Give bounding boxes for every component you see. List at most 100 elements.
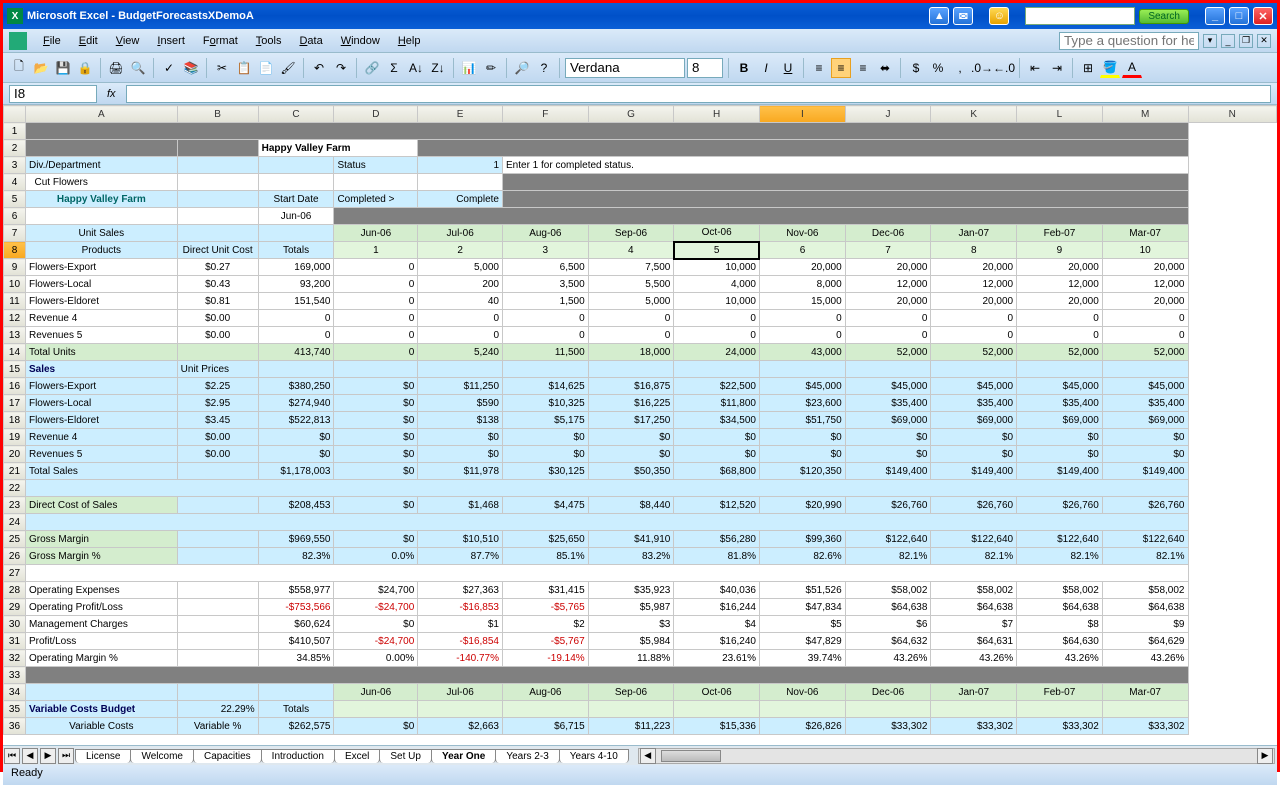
cell[interactable] <box>845 701 931 718</box>
cell[interactable]: Flowers-Local <box>25 276 177 293</box>
cell[interactable]: $0 <box>334 531 418 548</box>
cell[interactable]: $122,640 <box>1017 531 1103 548</box>
cell[interactable] <box>25 667 1188 684</box>
cell[interactable] <box>177 344 258 361</box>
cell[interactable]: $3.45 <box>177 412 258 429</box>
menu-file[interactable]: File <box>35 32 69 50</box>
scroll-left-icon[interactable]: ◀ <box>640 748 656 764</box>
cell[interactable]: Flowers-Eldoret <box>25 412 177 429</box>
row-header-1[interactable]: 1 <box>4 123 26 140</box>
cell[interactable]: 0 <box>588 310 674 327</box>
cell[interactable]: 0 <box>931 327 1017 344</box>
col-header-C[interactable]: C <box>258 106 334 123</box>
cell[interactable] <box>334 174 418 191</box>
cell[interactable]: 5,000 <box>588 293 674 310</box>
cell[interactable]: Jun-06 <box>334 225 418 242</box>
cell[interactable]: 8,000 <box>759 276 845 293</box>
cell[interactable]: 1 <box>334 242 418 259</box>
sheet-tab-License[interactable]: License <box>75 749 131 763</box>
copy-icon[interactable]: 📋 <box>234 58 254 78</box>
cell[interactable]: 39.74% <box>759 650 845 667</box>
cell[interactable]: $208,453 <box>258 497 334 514</box>
row-header-14[interactable]: 14 <box>4 344 26 361</box>
undo-icon[interactable]: ↶ <box>309 58 329 78</box>
cell[interactable]: 0.0% <box>334 548 418 565</box>
bold-button[interactable]: B <box>734 58 754 78</box>
cell[interactable]: $0 <box>334 412 418 429</box>
cell[interactable]: $2 <box>503 616 589 633</box>
cell[interactable]: 0 <box>334 276 418 293</box>
cell[interactable]: 1,500 <box>503 293 589 310</box>
cell[interactable]: 2 <box>418 242 503 259</box>
row-header-22[interactable]: 22 <box>4 480 26 497</box>
cell[interactable]: 6,500 <box>503 259 589 276</box>
cell[interactable] <box>931 701 1017 718</box>
row-header-21[interactable]: 21 <box>4 463 26 480</box>
cell[interactable]: Div./Department <box>25 157 177 174</box>
cell[interactable]: $1,178,003 <box>258 463 334 480</box>
menu-data[interactable]: Data <box>291 32 330 50</box>
row-header-15[interactable]: 15 <box>4 361 26 378</box>
cell[interactable]: $35,923 <box>588 582 674 599</box>
cell[interactable] <box>25 123 1188 140</box>
cell[interactable]: $69,000 <box>845 412 931 429</box>
row-header-12[interactable]: 12 <box>4 310 26 327</box>
name-box[interactable] <box>9 85 97 103</box>
cell[interactable]: $7 <box>931 616 1017 633</box>
cell[interactable]: 0 <box>334 310 418 327</box>
cell[interactable]: $0 <box>334 378 418 395</box>
cell[interactable]: $35,400 <box>1102 395 1188 412</box>
cell[interactable] <box>588 701 674 718</box>
cell[interactable]: 10,000 <box>674 293 760 310</box>
cell[interactable]: 82.1% <box>1017 548 1103 565</box>
cell[interactable]: $0 <box>931 429 1017 446</box>
row-header-10[interactable]: 10 <box>4 276 26 293</box>
cell[interactable] <box>418 361 503 378</box>
col-header-A[interactable]: A <box>25 106 177 123</box>
cell[interactable]: 12,000 <box>1102 276 1188 293</box>
cell[interactable] <box>177 463 258 480</box>
cell[interactable]: 0 <box>503 310 589 327</box>
cell[interactable]: $50,350 <box>588 463 674 480</box>
cell[interactable]: Feb-07 <box>1017 225 1103 242</box>
cell[interactable] <box>503 174 1189 191</box>
row-header-27[interactable]: 27 <box>4 565 26 582</box>
row-header-31[interactable]: 31 <box>4 633 26 650</box>
cell[interactable] <box>503 191 1189 208</box>
cell[interactable]: $17,250 <box>588 412 674 429</box>
cell[interactable]: $45,000 <box>1017 378 1103 395</box>
cell[interactable]: 43.26% <box>931 650 1017 667</box>
row-header-26[interactable]: 26 <box>4 548 26 565</box>
spreadsheet-area[interactable]: ABCDEFGHIJKLMN12Happy Valley Farm3Div./D… <box>3 105 1277 745</box>
cell[interactable]: $64,638 <box>1102 599 1188 616</box>
cell[interactable]: $0.27 <box>177 259 258 276</box>
cell[interactable] <box>177 191 258 208</box>
cell[interactable] <box>177 497 258 514</box>
cell[interactable]: Happy Valley Farm <box>25 191 177 208</box>
row-header-13[interactable]: 13 <box>4 327 26 344</box>
cell[interactable]: $40,036 <box>674 582 760 599</box>
cell[interactable]: Flowers-Export <box>25 259 177 276</box>
dec-indent-icon[interactable]: ⇤ <box>1025 58 1045 78</box>
cell[interactable] <box>25 565 1188 582</box>
cell[interactable]: Complete <box>418 191 503 208</box>
save-icon[interactable]: 💾 <box>53 58 73 78</box>
cell[interactable]: Nov-06 <box>759 225 845 242</box>
cell[interactable] <box>258 174 334 191</box>
cell[interactable]: $10,510 <box>418 531 503 548</box>
align-right-icon[interactable]: ≡ <box>853 58 873 78</box>
row-header-16[interactable]: 16 <box>4 378 26 395</box>
help-icon[interactable]: ? <box>534 58 554 78</box>
cell[interactable]: Direct Cost of Sales <box>25 497 177 514</box>
cell[interactable]: 0 <box>674 327 760 344</box>
cell[interactable]: 0 <box>503 327 589 344</box>
select-all-corner[interactable] <box>4 106 26 123</box>
cell[interactable]: 20,000 <box>759 259 845 276</box>
cell[interactable] <box>177 225 258 242</box>
menu-view[interactable]: View <box>108 32 148 50</box>
cell[interactable]: $5,987 <box>588 599 674 616</box>
cell[interactable]: Happy Valley Farm <box>258 140 418 157</box>
cell[interactable]: 0 <box>334 344 418 361</box>
cell[interactable] <box>334 208 1188 225</box>
close-button[interactable]: ✕ <box>1253 7 1273 25</box>
